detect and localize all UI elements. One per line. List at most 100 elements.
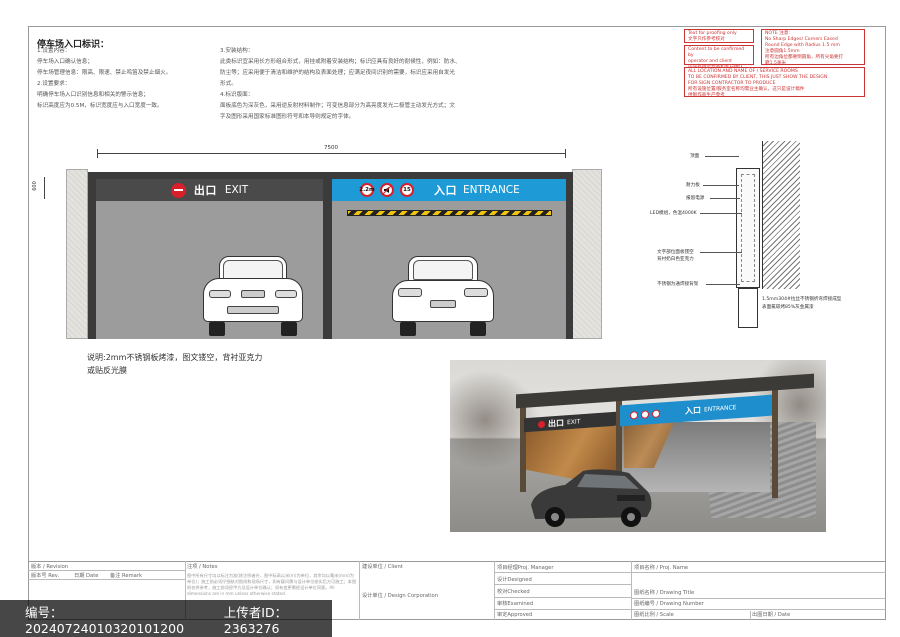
- right-wall: [572, 169, 602, 339]
- stamp-line: 文字只作参考校对: [688, 37, 725, 42]
- car-windshield: [223, 260, 283, 280]
- watermark-uploader-label: 上传者ID：: [223, 604, 288, 620]
- car-taillight: [464, 288, 488, 297]
- tb-designed: 设计Designed: [497, 577, 532, 583]
- render-no-entry-icon: [538, 420, 545, 428]
- car-headlight: [209, 290, 231, 298]
- height-dimension-line: [44, 177, 45, 199]
- speed-limit-icon: 15: [400, 183, 414, 197]
- tb-examined: 审核Examined: [497, 601, 534, 607]
- watermark-uploader: 上传者ID：2363276: [224, 602, 332, 636]
- leader-line: [700, 252, 742, 253]
- detail-callout: 耐力板: [686, 183, 700, 188]
- proofing-stamp: Text for proofing only 文字只作参考校对: [684, 29, 754, 43]
- tb-notes: 注项 / Notes: [187, 564, 218, 570]
- note-line: 停车场入口确认信息；: [37, 59, 93, 65]
- car-wheel: [470, 322, 486, 336]
- note-line: 防尘等；应采用便于清洁和维护的结构及表面处理；应满足夜间识别的需要，标识应采用自…: [220, 70, 455, 76]
- tb-rule: [494, 584, 631, 585]
- car-bumper: [227, 306, 279, 314]
- location-stamp: ALL LOCATION AND NAME OF / SERVICE ROOMS…: [684, 67, 865, 98]
- left-wall: [66, 169, 88, 339]
- tb-rev-no: 版本号 Rev.: [31, 573, 60, 579]
- car-taillight: [398, 288, 422, 297]
- notes-mid: 3.安装结构： 此类标识宜采用长方形组合形式，用挂或附着安装结构；标识应具有良好…: [220, 46, 490, 123]
- detail-led-cavity: [741, 174, 755, 282]
- leader-line: [703, 185, 739, 186]
- tb-notes-body: 图中所有尺寸均以标注为准(除注明者外，图中标高以米(m)为单位，其余均以毫米(m…: [187, 573, 357, 596]
- left-pillar: [88, 172, 96, 339]
- car-body: [203, 278, 303, 322]
- tb-checked: 校对Checked: [497, 589, 530, 595]
- detail-callout: 文字部位面板镂空: [657, 250, 694, 255]
- tb-drawing-title: 图纸名称 / Drawing Title: [634, 590, 695, 596]
- exit-cn-label: 出口: [193, 184, 217, 197]
- tb-approved: 审定Approved: [497, 612, 533, 618]
- right-pillar: [566, 172, 573, 339]
- tb-client: 建设单位 / Client: [362, 564, 403, 570]
- width-dimension-line: [97, 153, 565, 154]
- notes-left: 1.设置内容： 停车场入口确认信息； 停车场管理信息：限高、限速、禁止鸣笛及禁止…: [37, 46, 207, 112]
- dimension-tick: [97, 149, 98, 158]
- note-line: 停车场管理信息：限高、限速、禁止鸣笛及禁止烟火。: [37, 70, 172, 76]
- dimension-tick: [565, 149, 566, 158]
- tb-rule: [28, 570, 185, 571]
- tb-date2: 出图日期 / Date: [752, 612, 791, 618]
- no-entry-icon: [170, 182, 186, 198]
- note-line: 1.设置内容：: [37, 48, 71, 54]
- caption-line: 或贴反光膜: [87, 366, 127, 375]
- leader-line: [706, 284, 740, 285]
- render-ban-icon: [641, 409, 649, 419]
- leader-line: [710, 198, 740, 199]
- note-line: 此类标识宜采用长方形组合形式，用挂或附着安装结构；标识应具有良好的耐候性，例如：…: [220, 59, 461, 65]
- car-wheel: [281, 322, 297, 336]
- leader-line: [700, 213, 742, 214]
- tb-rule: [494, 597, 631, 598]
- car-rear-view: [390, 256, 496, 338]
- note-line: 形式。: [220, 81, 237, 87]
- exit-en-label: EXIT: [224, 184, 249, 196]
- note-line: 3.安装结构：: [220, 48, 254, 54]
- detail-callout: 表面氟碳烤85%灰金属漆: [762, 305, 814, 310]
- drawing-sheet: 停车场入口标识： 1.设置内容： 停车场入口确认信息； 停车场管理信息：限高、限…: [0, 0, 900, 637]
- car-wheel: [209, 322, 225, 336]
- note-line: 2.设置要求：: [37, 81, 71, 87]
- detail-callout: 1.5mm304#拉丝不锈钢折弯焊接成型: [762, 297, 842, 302]
- tb-rule: [494, 609, 886, 610]
- detail-callout: LED模组，色温4000K: [650, 211, 697, 216]
- detail-wall-hatch: [762, 141, 800, 289]
- detail-callout: 不锈钢为通焊接背架: [657, 282, 699, 287]
- tb-divider: [359, 561, 360, 620]
- render-pillar: [772, 382, 778, 498]
- tb-rule: [494, 572, 886, 573]
- tb-proj-name: 项目名称 / Proj. Name: [634, 565, 689, 571]
- watermark-id: 编号：20240724010320101200: [25, 602, 204, 636]
- tb-date: 日期 Date: [74, 573, 99, 579]
- tb-rule: [631, 598, 886, 599]
- detail-callout: 报留电源: [686, 196, 705, 201]
- entrance-cn-label: 入口: [434, 184, 457, 197]
- height-dimension-label: 600: [31, 181, 38, 191]
- render-entrance-en: ENTRANCE: [704, 404, 737, 414]
- render-car: [525, 465, 655, 527]
- hazard-stripe: [347, 210, 552, 216]
- tb-drawing-number: 图纸编号 / Drawing Number: [634, 601, 704, 607]
- car-front-view: [201, 256, 305, 338]
- car-headlight: [275, 290, 297, 298]
- car-rear-window: [413, 260, 473, 280]
- height-limit-icon: 2.2m: [359, 183, 375, 197]
- tb-scale: 图纸比例 / Scale: [634, 612, 674, 618]
- render-image: 入口 ENTRANCE 出口 EXIT: [450, 360, 826, 532]
- tb-divider: [494, 561, 495, 620]
- render-ban-icon: [630, 410, 638, 420]
- render-exit-cn: 出口: [548, 417, 564, 429]
- note-line: 标识高度应为0.5M，标识宽度应与入口宽度一致。: [37, 103, 163, 109]
- tb-divider: [631, 561, 632, 620]
- render-ban-icon: [652, 409, 660, 418]
- car-plate: [430, 300, 456, 308]
- stamp-line: 供制作商生产参考: [688, 93, 725, 98]
- car-grille: [241, 290, 265, 298]
- tb-divider: [750, 611, 751, 620]
- detail-callout: 背衬奶白色亚克力: [657, 257, 694, 262]
- render-entrance-cn: 入口: [685, 405, 701, 416]
